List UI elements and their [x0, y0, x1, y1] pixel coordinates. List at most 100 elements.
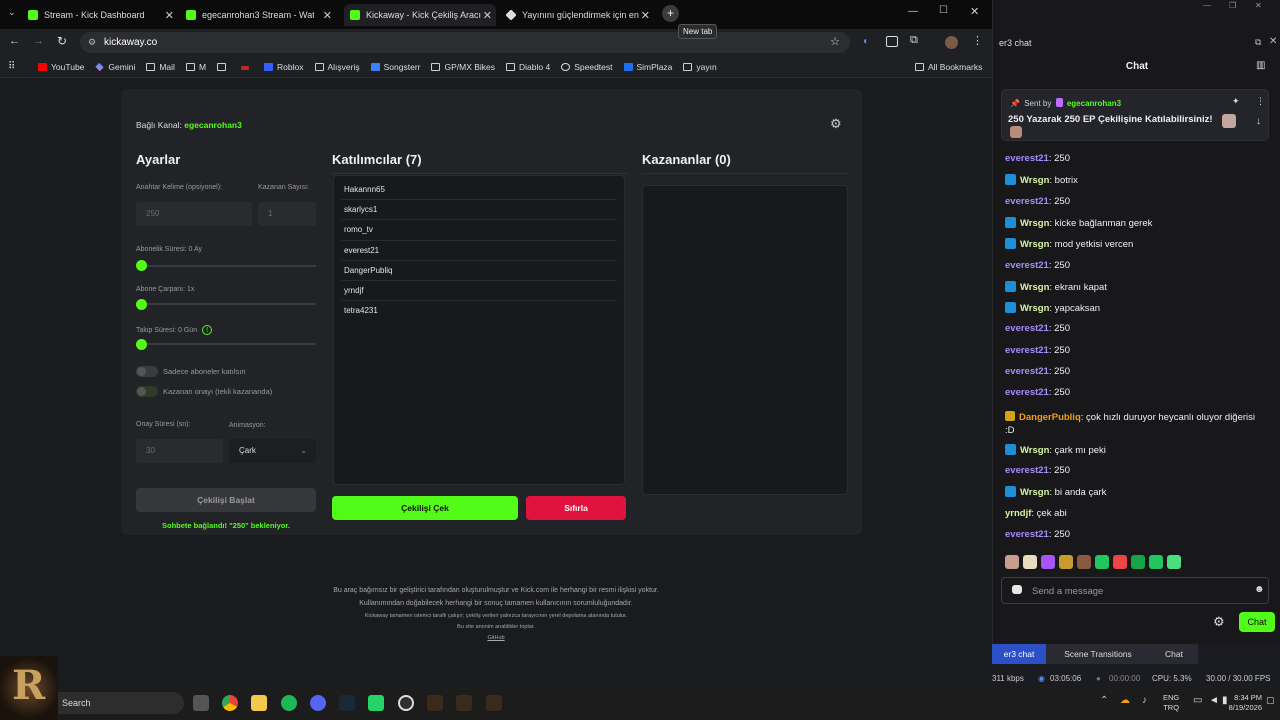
star-icon[interactable]: ☆	[830, 32, 840, 53]
bookmark-yayin[interactable]: yayın	[683, 62, 717, 72]
dock-tab-scene-transitions[interactable]: Scene Transitions	[1046, 644, 1150, 664]
maximize-icon[interactable]: ❐	[1229, 1, 1236, 10]
bookmark-songsterr[interactable]: Songsterr	[370, 62, 420, 72]
app-r-icon[interactable]	[427, 695, 443, 711]
emoji-icon[interactable]: ☻	[1254, 584, 1265, 595]
task-view-icon[interactable]	[193, 695, 209, 711]
file-explorer-icon[interactable]	[251, 695, 267, 711]
dock-tab-chat[interactable]: er3 chat	[992, 644, 1046, 664]
winner-count-input[interactable]: 1	[258, 202, 316, 226]
extension-icon[interactable]: ◖	[862, 36, 872, 48]
maximize-icon[interactable]: ☐	[939, 5, 948, 16]
github-link[interactable]: GitHub	[0, 635, 992, 641]
bookmark-red[interactable]	[241, 62, 253, 72]
back-icon[interactable]: ←	[9, 35, 20, 47]
sub-multiplier-knob[interactable]	[136, 299, 147, 310]
emote[interactable]	[1023, 555, 1037, 569]
chat-username[interactable]: everest21	[1005, 366, 1049, 377]
tab-watch-live[interactable]: egecanrohan3 Stream - Watch Live ✕	[186, 4, 336, 26]
chat-username[interactable]: Wrsgn	[1020, 282, 1049, 293]
bookmark-m[interactable]: M	[185, 62, 206, 72]
chat-username[interactable]: DangerPubliq	[1019, 412, 1081, 423]
emote[interactable]	[1005, 555, 1019, 569]
sub-multiplier-slider[interactable]	[136, 303, 316, 305]
obs-icon[interactable]	[398, 695, 414, 711]
bookmark-roblox[interactable]: Roblox	[264, 62, 304, 72]
language-indicator[interactable]: ENG TRQ	[1163, 693, 1179, 713]
pinned-menu-icon[interactable]: ⋮	[1256, 96, 1265, 107]
emote[interactable]	[1059, 555, 1073, 569]
chat-username[interactable]: Wrsgn	[1020, 487, 1049, 498]
unpin-icon[interactable]: ✦	[1232, 96, 1240, 107]
animation-select[interactable]: Çark ⌄	[229, 439, 316, 463]
info-icon[interactable]: !	[202, 325, 213, 335]
chat-username[interactable]: everest21	[1005, 196, 1049, 207]
tab-kick-dashboard[interactable]: Stream - Kick Dashboard ✕	[28, 4, 178, 26]
collapse-icon[interactable]: ↓	[1256, 116, 1261, 127]
bookmark-simplaza[interactable]: SimPlaza	[623, 62, 672, 72]
keyword-input[interactable]: 250	[136, 202, 252, 226]
chat-username[interactable]: everest21	[1005, 387, 1049, 398]
emote[interactable]	[1077, 555, 1091, 569]
sub-only-toggle[interactable]	[136, 366, 158, 377]
profile-avatar[interactable]	[945, 36, 958, 49]
emote[interactable]	[1167, 555, 1181, 569]
menu-icon[interactable]: ⋮	[972, 34, 983, 47]
chat-username[interactable]: yrndjf	[1005, 508, 1031, 519]
follow-duration-slider[interactable]	[136, 343, 316, 345]
close-icon[interactable]: ✕	[1269, 36, 1277, 47]
bookmark-gpmx[interactable]: GP/MX Bikes	[431, 62, 495, 72]
whatsapp-icon[interactable]	[368, 695, 384, 711]
tab-yayin[interactable]: Yayınını güçlendirmek için en iyi ✕	[506, 4, 654, 26]
leaderboard-icon[interactable]: ▥	[1256, 60, 1265, 71]
notification-icon[interactable]: ▢	[1266, 695, 1275, 706]
chat-username[interactable]: everest21	[1005, 260, 1049, 271]
chrome-icon[interactable]	[222, 695, 238, 711]
popout-icon[interactable]: ⧉	[1255, 37, 1261, 48]
volume-icon[interactable]: ◄	[1209, 695, 1219, 706]
bookmark-mail[interactable]: Mail	[146, 62, 175, 72]
new-tab-button[interactable]: +	[662, 5, 679, 22]
winner-confirm-toggle[interactable]	[136, 386, 158, 397]
chat-username[interactable]: everest21	[1005, 153, 1049, 164]
reload-icon[interactable]: ↻	[57, 34, 67, 48]
emote[interactable]	[1149, 555, 1163, 569]
all-bookmarks[interactable]: All Bookmarks	[915, 62, 982, 72]
chat-username[interactable]: Wrsgn	[1020, 303, 1049, 314]
sub-duration-knob[interactable]	[136, 260, 147, 271]
bookmark-gemini[interactable]: Gemini	[95, 62, 135, 72]
reset-button[interactable]: Sıfırla	[526, 496, 626, 520]
send-chat-button[interactable]: Chat	[1239, 612, 1275, 632]
bookmark-diablo[interactable]: Diablo 4	[506, 62, 550, 72]
confirm-time-input[interactable]: 30	[136, 439, 223, 463]
app-r-icon[interactable]	[456, 695, 472, 711]
draw-button[interactable]: Çekilişi Çek	[332, 496, 518, 520]
chat-username[interactable]: Wrsgn	[1020, 218, 1049, 229]
screen-share-icon[interactable]	[886, 36, 898, 47]
minimize-icon[interactable]: —	[1203, 1, 1211, 10]
spotify-icon[interactable]	[281, 695, 297, 711]
minimize-icon[interactable]: —	[908, 6, 918, 17]
start-giveaway-button[interactable]: Çekilişi Başlat	[136, 488, 316, 512]
chat-username[interactable]: Wrsgn	[1020, 175, 1049, 186]
app-r-icon[interactable]	[486, 695, 502, 711]
network-icon[interactable]: ▭	[1193, 695, 1202, 706]
close-window-icon[interactable]: ✕	[970, 5, 979, 18]
emote[interactable]	[1113, 555, 1127, 569]
dock-tab-chat2[interactable]: Chat	[1150, 644, 1198, 664]
tray-chevron-icon[interactable]: ⌃	[1100, 695, 1108, 706]
close-icon[interactable]: ✕	[323, 9, 332, 22]
close-icon[interactable]: ✕	[641, 9, 650, 22]
apps-grid-icon[interactable]: ⠿	[8, 61, 15, 72]
steam-icon[interactable]	[339, 695, 355, 711]
address-bar[interactable]: ⚙ kickaway.co ☆	[80, 32, 850, 53]
gear-icon[interactable]: ⚙	[830, 116, 842, 132]
tab-kickaway[interactable]: Kickaway - Kick Çekiliş Aracı ✕	[344, 4, 496, 26]
clock[interactable]: 8:34 PM 8/19/2026	[1228, 693, 1262, 713]
discord-icon[interactable]	[310, 695, 326, 711]
chat-username[interactable]: Wrsgn	[1020, 239, 1049, 250]
follow-duration-knob[interactable]	[136, 339, 147, 350]
bookmark-youtube[interactable]: YouTube	[38, 62, 84, 72]
close-icon[interactable]: ✕	[483, 9, 492, 22]
close-window-icon[interactable]: ✕	[1255, 1, 1262, 10]
